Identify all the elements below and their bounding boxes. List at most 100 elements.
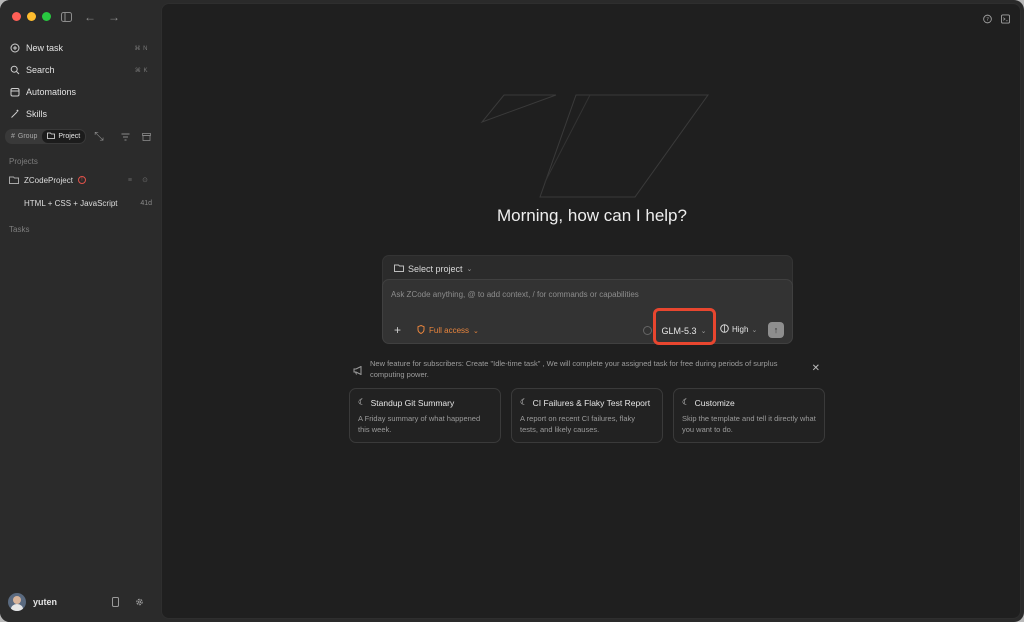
prompt-placeholder: Ask ZCode anything, @ to add context, / …	[391, 290, 639, 299]
collapse-icon[interactable]: ⤡	[94, 129, 104, 143]
filter-icon[interactable]	[121, 132, 130, 141]
nav-automations[interactable]: Automations	[6, 81, 154, 103]
context-usage-icon	[643, 326, 652, 335]
input-toolbar: + Full access ⌄ GLM-5.3 ⌄ High ⌄ ↑	[383, 308, 792, 345]
send-button[interactable]: ↑	[768, 322, 784, 338]
card-title-row: ☾ Standup Git Summary	[358, 397, 492, 408]
card-title: Customize	[694, 397, 735, 408]
zcode-logo-icon	[480, 94, 709, 198]
phone-icon[interactable]	[112, 597, 121, 607]
chevron-down-icon: ⌄	[751, 326, 758, 334]
folder-icon	[9, 176, 19, 185]
group-toggle-button[interactable]: # Group	[6, 130, 42, 143]
megaphone-icon	[353, 364, 363, 378]
notice-text: New feature for subscribers: Create "Idl…	[370, 359, 778, 379]
new-chat-icon[interactable]: ≡	[128, 177, 132, 184]
select-project-dropdown[interactable]: Select project ⌄	[394, 264, 472, 274]
group-toggle-label: Group	[17, 133, 38, 140]
new-task-icon	[10, 43, 20, 53]
sidebar: ← → New task ⌘ N Search ⌘ K Automations …	[0, 0, 160, 622]
user-profile: yuten	[8, 592, 152, 612]
greeting-title: Morning, how can I help?	[497, 206, 687, 225]
close-icon[interactable]: ✕	[812, 363, 820, 374]
forward-arrow-icon[interactable]: →	[108, 10, 120, 24]
sidebar-toggle-icon[interactable]	[60, 11, 72, 23]
highlight-box	[653, 308, 716, 345]
close-window-button[interactable]	[12, 12, 21, 21]
folder-icon	[47, 132, 56, 141]
card-description: Skip the template and tell it directly w…	[682, 414, 816, 434]
titlebar-icons: ← →	[60, 10, 120, 24]
projects-section-label: Projects	[9, 157, 38, 166]
user-actions	[112, 597, 144, 607]
group-project-toggle: # Group Project	[5, 129, 87, 144]
help-icon[interactable]: ?	[983, 14, 992, 23]
maximize-window-button[interactable]	[42, 12, 51, 21]
project-list-actions	[121, 132, 151, 141]
more-icon[interactable]: ⊙	[142, 176, 148, 184]
select-project-label: Select project	[408, 264, 463, 274]
chevron-down-icon: ⌄	[466, 266, 473, 273]
gear-icon[interactable]	[135, 598, 144, 607]
add-attachment-button[interactable]: +	[394, 323, 401, 337]
template-card[interactable]: ☾ Customize Skip the template and tell i…	[673, 388, 825, 443]
group-toggle-row: # Group Project ⤡	[5, 129, 155, 144]
calendar-clock-icon	[10, 87, 20, 97]
moon-icon: ☾	[358, 397, 366, 407]
nav-search[interactable]: Search ⌘ K	[6, 59, 154, 81]
chevron-down-icon: ⌄	[473, 327, 479, 335]
nav-skills[interactable]: Skills	[6, 103, 154, 125]
project-item[interactable]: ZCodeProject ! ≡ ⊙	[9, 172, 154, 188]
project-toggle-label: Project	[58, 133, 81, 140]
task-age: 41d	[140, 199, 152, 207]
project-name: ZCodeProject	[24, 175, 73, 185]
shield-icon	[417, 324, 425, 336]
nav-new-task-label: New task	[26, 43, 64, 53]
new-task-shortcut: ⌘ N	[134, 45, 148, 52]
search-shortcut: ⌘ K	[134, 67, 148, 74]
brain-icon	[720, 324, 729, 335]
folder-icon	[394, 264, 404, 274]
feature-notice: New feature for subscribers: Create "Idl…	[352, 358, 822, 382]
card-title: Standup Git Summary	[370, 397, 455, 408]
archive-icon[interactable]	[142, 132, 151, 141]
project-toggle-button[interactable]: Project	[42, 130, 86, 143]
app-window: ← → New task ⌘ N Search ⌘ K Automations …	[0, 0, 1024, 622]
moon-icon: ☾	[520, 397, 528, 407]
moon-icon: ☾	[682, 397, 690, 407]
back-arrow-icon[interactable]: ←	[84, 10, 96, 24]
task-title: HTML + CSS + JavaScript	[24, 198, 118, 208]
wand-icon	[10, 109, 20, 119]
access-mode-dropdown[interactable]: Full access ⌄	[417, 324, 479, 336]
effort-label: High	[732, 325, 749, 334]
task-item[interactable]: HTML + CSS + JavaScript 41d	[24, 196, 152, 210]
window-controls	[12, 12, 51, 21]
minimize-window-button[interactable]	[27, 12, 36, 21]
composer: Select project ⌄ Ask ZCode anything, @ t…	[382, 255, 793, 345]
svg-text:?: ?	[986, 17, 989, 23]
access-mode-label: Full access	[429, 326, 470, 335]
prompt-input[interactable]: Ask ZCode anything, @ to add context, / …	[382, 279, 793, 345]
nav-skills-label: Skills	[26, 109, 48, 119]
tasks-section-label: Tasks	[9, 225, 30, 234]
effort-selector[interactable]: High ⌄	[720, 324, 757, 335]
sidebar-nav: New task ⌘ N Search ⌘ K Automations Skil…	[6, 37, 154, 125]
card-title-row: ☾ Customize	[682, 397, 816, 408]
arrow-up-icon: ↑	[773, 325, 779, 335]
template-card[interactable]: ☾ CI Failures & Flaky Test Report A repo…	[511, 388, 663, 443]
main-panel: ? Morning, how can I help? Select projec…	[161, 3, 1021, 619]
card-description: A Friday summary of what happened this w…	[358, 414, 481, 434]
nav-new-task[interactable]: New task ⌘ N	[6, 37, 154, 59]
nav-automations-label: Automations	[26, 87, 77, 97]
card-description: A report on recent CI failures, flaky te…	[520, 414, 636, 434]
template-card[interactable]: ☾ Standup Git Summary A Friday summary o…	[349, 388, 501, 443]
top-right-actions: ?	[983, 14, 1010, 23]
warning-icon: !	[77, 176, 86, 184]
terminal-icon[interactable]	[1001, 14, 1010, 23]
card-title: CI Failures & Flaky Test Report	[532, 397, 651, 408]
hash-icon: #	[11, 133, 15, 140]
nav-search-label: Search	[26, 65, 55, 75]
search-icon	[10, 65, 20, 75]
user-name: yuten	[33, 597, 58, 607]
avatar[interactable]	[8, 593, 26, 611]
